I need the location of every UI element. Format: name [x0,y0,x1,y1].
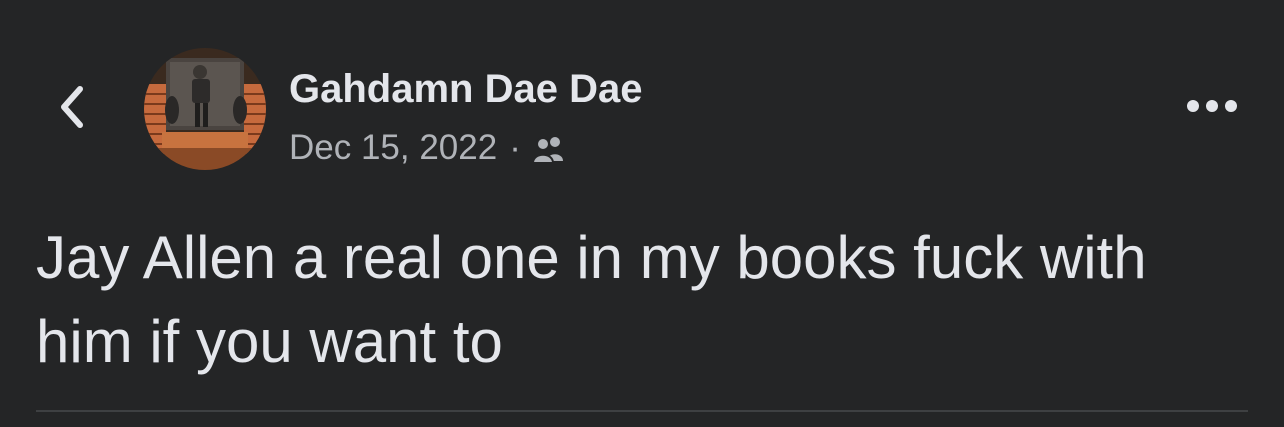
author-name[interactable]: Gahdamn Dae Dae [289,66,642,112]
post-text: Jay Allen a real one in my books fuck wi… [36,224,1147,375]
friends-icon[interactable] [531,134,567,164]
more-horizontal-icon [1185,99,1239,118]
back-button[interactable] [44,78,100,140]
more-options-button[interactable] [1180,88,1244,128]
avatar[interactable] [144,48,266,170]
post-date[interactable]: Dec 15, 2022 [289,128,497,168]
meta-separator: · [509,128,521,167]
divider [36,410,1248,412]
chevron-left-icon [52,82,92,137]
post-meta: Dec 15, 2022 · [289,126,567,170]
